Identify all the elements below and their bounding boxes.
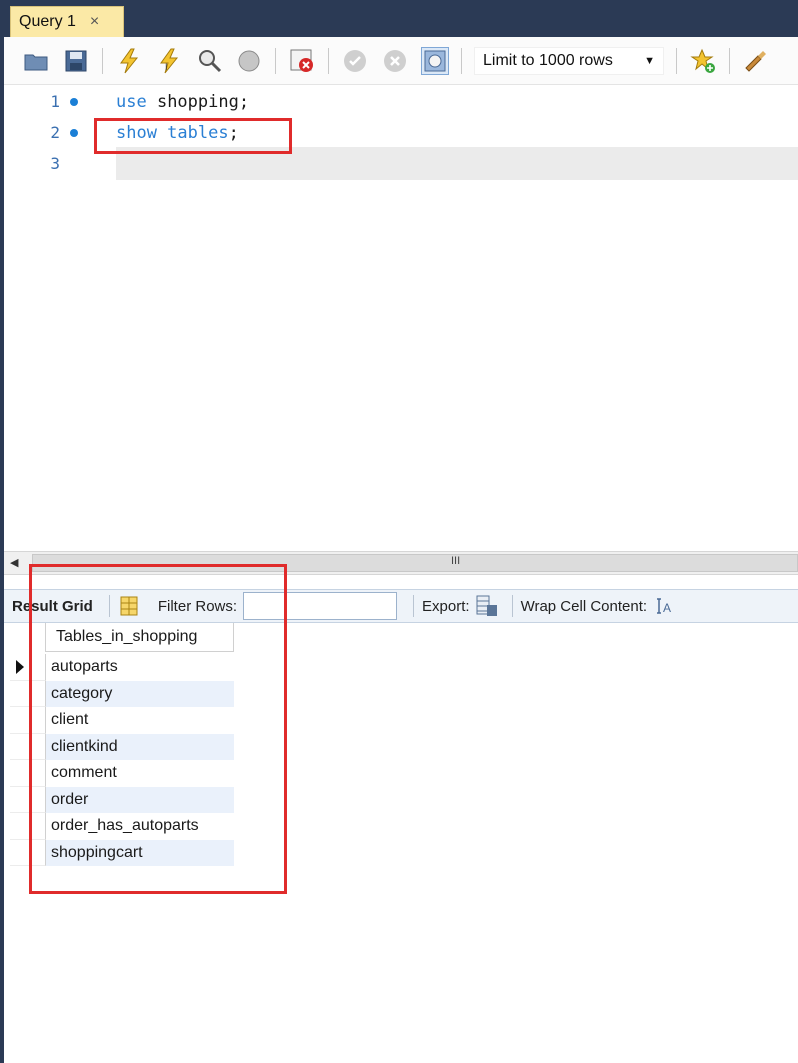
favorites-icon[interactable] bbox=[689, 47, 717, 75]
open-folder-icon[interactable] bbox=[22, 47, 50, 75]
close-icon[interactable]: × bbox=[90, 13, 99, 31]
tab-query-1[interactable]: Query 1 × bbox=[10, 6, 124, 37]
execute-current-icon[interactable]: I bbox=[155, 47, 183, 75]
limit-rows-label: Limit to 1000 rows bbox=[483, 51, 613, 69]
limit-rows-select[interactable]: Limit to 1000 rows ▼ bbox=[474, 46, 664, 75]
code-text: use shopping; bbox=[116, 91, 250, 112]
annotation-box-results bbox=[29, 564, 287, 894]
wrap-text-icon[interactable]: A bbox=[653, 595, 675, 617]
toolbar-separator bbox=[275, 47, 276, 74]
toolbar-separator bbox=[102, 47, 103, 74]
rollback-icon[interactable] bbox=[381, 47, 409, 75]
toolbar-separator bbox=[328, 47, 329, 74]
editor-line: 1 use shopping; bbox=[4, 85, 798, 118]
scroll-left-icon[interactable]: ◀ bbox=[10, 556, 18, 569]
toolbar-separator bbox=[676, 47, 677, 74]
explain-icon[interactable] bbox=[195, 47, 223, 75]
execute-icon[interactable] bbox=[115, 47, 143, 75]
tab-label: Query 1 bbox=[19, 13, 76, 30]
line-number: 1 bbox=[50, 92, 60, 111]
toolbar-separator bbox=[413, 595, 415, 617]
export-icon[interactable] bbox=[476, 595, 498, 617]
current-row-arrow-icon bbox=[16, 660, 24, 674]
autocommit-icon[interactable] bbox=[421, 46, 449, 75]
line-number: 2 bbox=[50, 123, 60, 142]
stop-icon[interactable] bbox=[235, 47, 263, 75]
beautify-icon[interactable] bbox=[742, 47, 770, 75]
query-toolbar: I Limit to 1000 rows ▼ bbox=[4, 37, 798, 85]
wrap-cell-label: Wrap Cell Content: bbox=[520, 597, 648, 615]
commit-icon[interactable] bbox=[341, 47, 369, 75]
sql-editor[interactable]: 1 use shopping; 2 show tables; 3 bbox=[4, 85, 798, 550]
toolbar-separator bbox=[461, 47, 462, 74]
tab-strip: Query 1 × bbox=[4, 0, 798, 37]
export-label: Export: bbox=[422, 597, 470, 615]
chevron-down-icon: ▼ bbox=[644, 54, 655, 67]
scroll-grip-icon: III bbox=[451, 555, 461, 567]
save-icon[interactable] bbox=[62, 47, 90, 75]
toolbar-separator bbox=[729, 47, 730, 74]
toggle-error-icon[interactable] bbox=[288, 47, 316, 75]
toolbar-separator bbox=[511, 595, 513, 617]
svg-text:A: A bbox=[663, 601, 671, 615]
statement-marker-icon bbox=[70, 128, 78, 137]
annotation-box-query bbox=[94, 118, 292, 154]
svg-text:I: I bbox=[165, 62, 168, 72]
statement-marker-icon bbox=[70, 97, 78, 106]
line-number: 3 bbox=[50, 154, 60, 173]
